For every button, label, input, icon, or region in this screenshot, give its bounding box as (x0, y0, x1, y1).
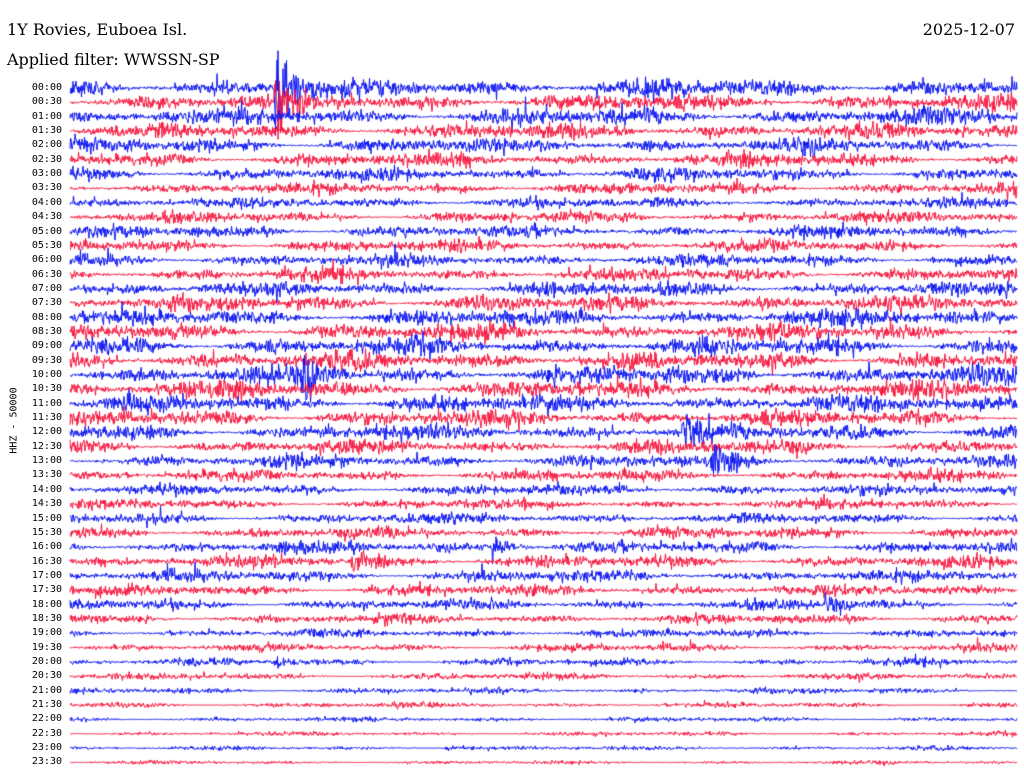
time-tick-label: 14:00 (31, 483, 62, 495)
time-tick-label: 07:30 (31, 297, 62, 309)
time-tick-label: 20:00 (31, 656, 62, 667)
time-tick-label: 15:00 (31, 512, 62, 524)
time-tick-label: 06:00 (31, 254, 62, 266)
time-tick-label: 02:30 (31, 153, 62, 165)
time-tick-label: 18:30 (31, 612, 62, 624)
time-tick-label: 16:00 (31, 541, 62, 553)
time-tick-label: 04:30 (31, 211, 62, 223)
time-tick-label: 14:30 (31, 498, 62, 510)
time-tick-label: 15:30 (31, 526, 62, 538)
time-tick-label: 07:00 (31, 282, 62, 294)
time-tick-label: 17:00 (31, 569, 62, 581)
time-tick-label: 22:30 (31, 727, 62, 739)
time-tick-label: 03:00 (31, 168, 62, 180)
time-tick-label: 00:00 (31, 82, 62, 93)
time-tick-label: 01:00 (31, 110, 62, 122)
time-tick-label: 01:30 (31, 125, 62, 137)
time-tick-label: 16:30 (31, 555, 62, 567)
time-tick-label: 23:00 (31, 742, 62, 754)
time-tick-label: 12:30 (31, 440, 62, 452)
time-tick-label: 05:00 (31, 225, 62, 237)
time-tick-label: 05:30 (31, 239, 62, 251)
date-label: 2025-12-07 (922, 20, 1015, 39)
filter-label: Applied filter: WWSSN-SP (7, 50, 220, 69)
time-tick-label: 21:30 (31, 699, 62, 711)
time-tick-label: 11:30 (31, 412, 62, 424)
time-tick-label: 12:00 (31, 426, 62, 438)
time-tick-label: 23:30 (31, 756, 62, 768)
time-tick-label: 10:30 (31, 383, 62, 395)
time-tick-label: 17:30 (31, 584, 62, 596)
time-tick-label: 18:00 (31, 598, 62, 610)
time-tick-label: 19:30 (31, 641, 62, 653)
time-tick-label: 11:00 (31, 397, 62, 409)
time-tick-label: 00:30 (31, 96, 62, 108)
station-title: 1Y Rovies, Euboea Isl. (7, 20, 188, 39)
time-tick-label: 20:30 (31, 670, 62, 682)
time-tick-label: 09:30 (31, 354, 62, 366)
time-tick-label: 04:00 (31, 196, 62, 208)
time-tick-label: 03:30 (31, 182, 62, 194)
time-tick-label: 10:00 (31, 369, 62, 380)
seismogram-plot (0, 0, 1024, 780)
time-tick-label: 19:00 (31, 627, 62, 639)
time-tick-label: 08:30 (31, 325, 62, 337)
time-tick-label: 13:00 (31, 455, 62, 467)
time-tick-label: 13:30 (31, 469, 62, 481)
time-tick-label: 21:00 (31, 684, 62, 696)
time-tick-label: 02:00 (31, 139, 62, 151)
time-tick-label: 08:00 (31, 311, 62, 323)
time-tick-label: 09:00 (31, 340, 62, 352)
time-tick-label: 06:30 (31, 268, 62, 280)
time-tick-label: 22:00 (31, 713, 62, 725)
